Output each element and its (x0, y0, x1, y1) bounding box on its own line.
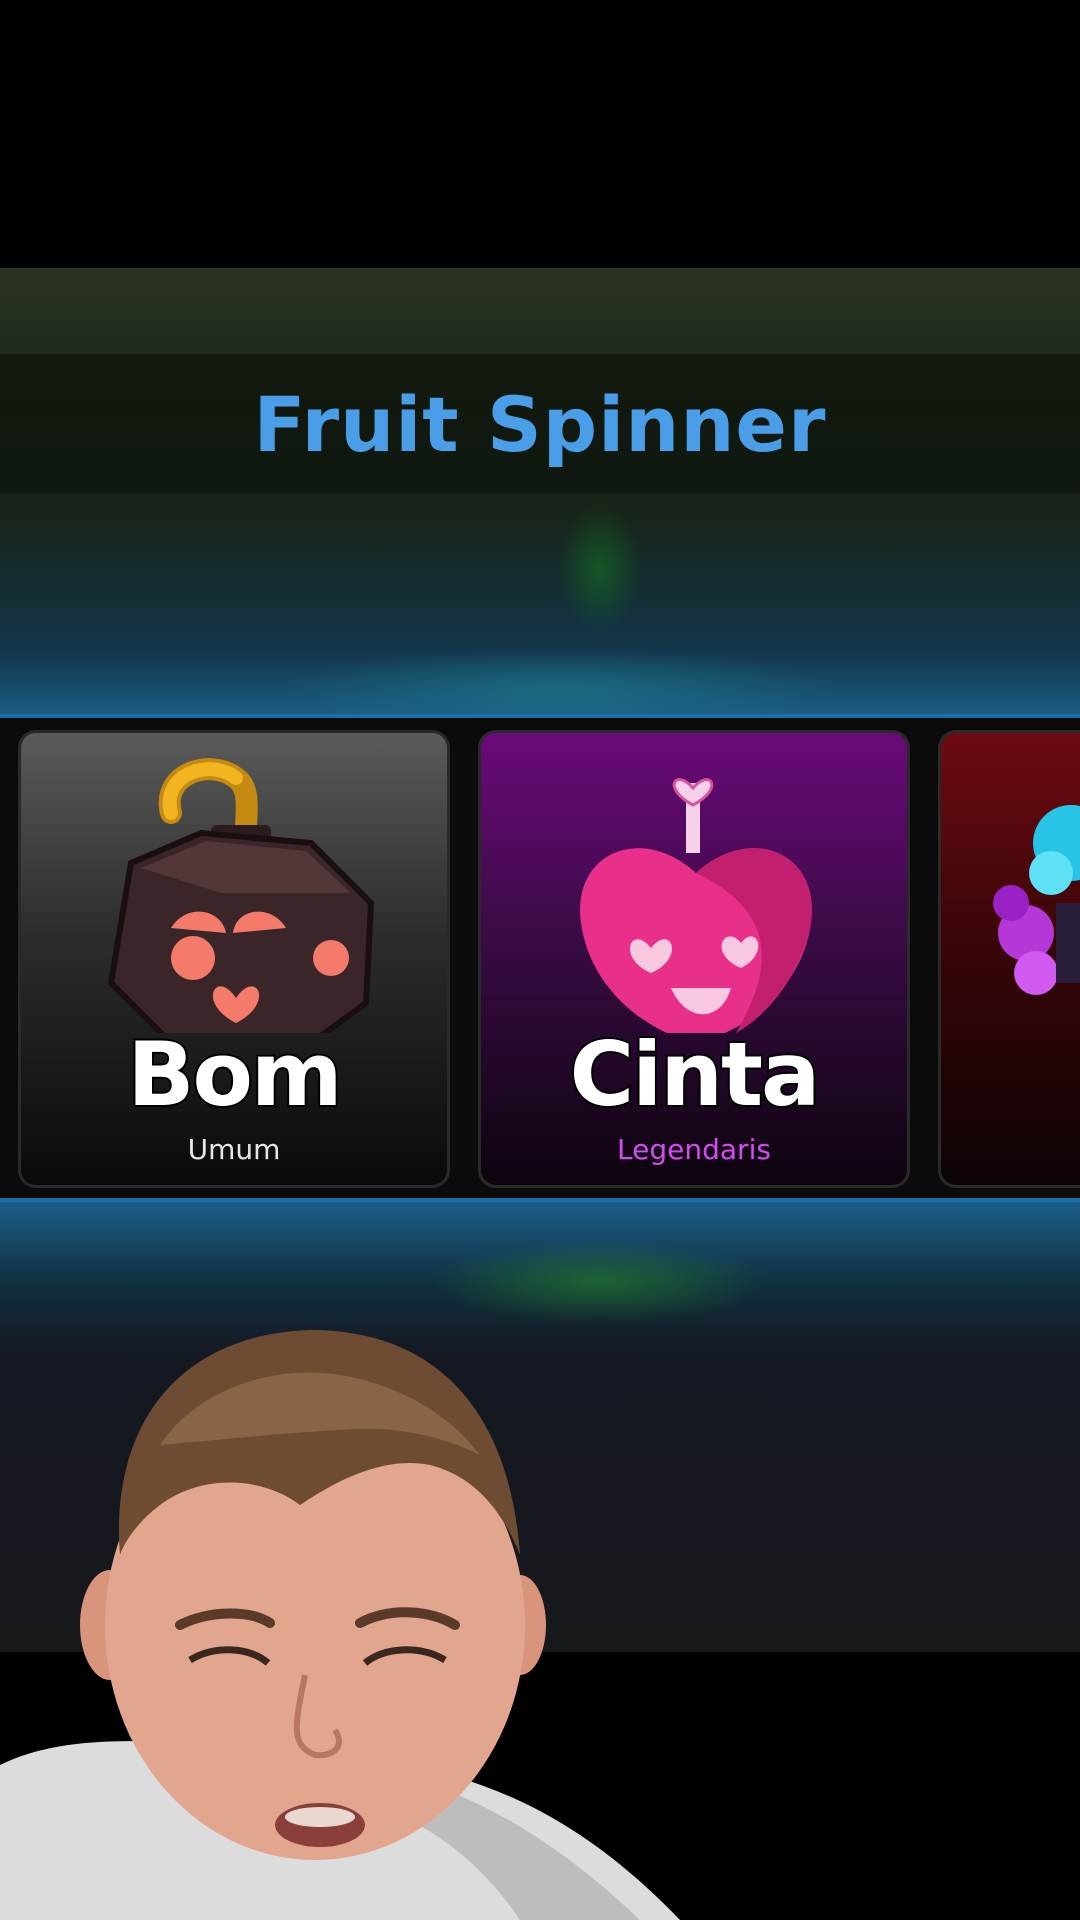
bomb-fruit-icon (107, 758, 375, 1033)
fruit-card-partial[interactable] (938, 730, 1080, 1188)
fruit-rarity: Legendaris (617, 1133, 771, 1166)
fruit-rarity: Umum (187, 1133, 281, 1166)
partial-fruit-icon (993, 805, 1080, 995)
fruit-name: Cinta (568, 1021, 823, 1128)
reaction-portrait-image (0, 1330, 680, 1920)
love-fruit-icon (580, 778, 812, 1033)
spinner-strip[interactable]: Bom Umum Cinta Legendaris (0, 714, 1080, 1202)
fruit-name: Bom (125, 1021, 344, 1128)
fruit-card-cinta[interactable]: Cinta Legendaris (478, 730, 910, 1188)
fruit-card-bom[interactable]: Bom Umum (18, 730, 450, 1188)
title-bar: Fruit Spinner (0, 354, 1080, 494)
page-title: Fruit Spinner (253, 379, 827, 469)
top-letterbox (0, 0, 1080, 268)
